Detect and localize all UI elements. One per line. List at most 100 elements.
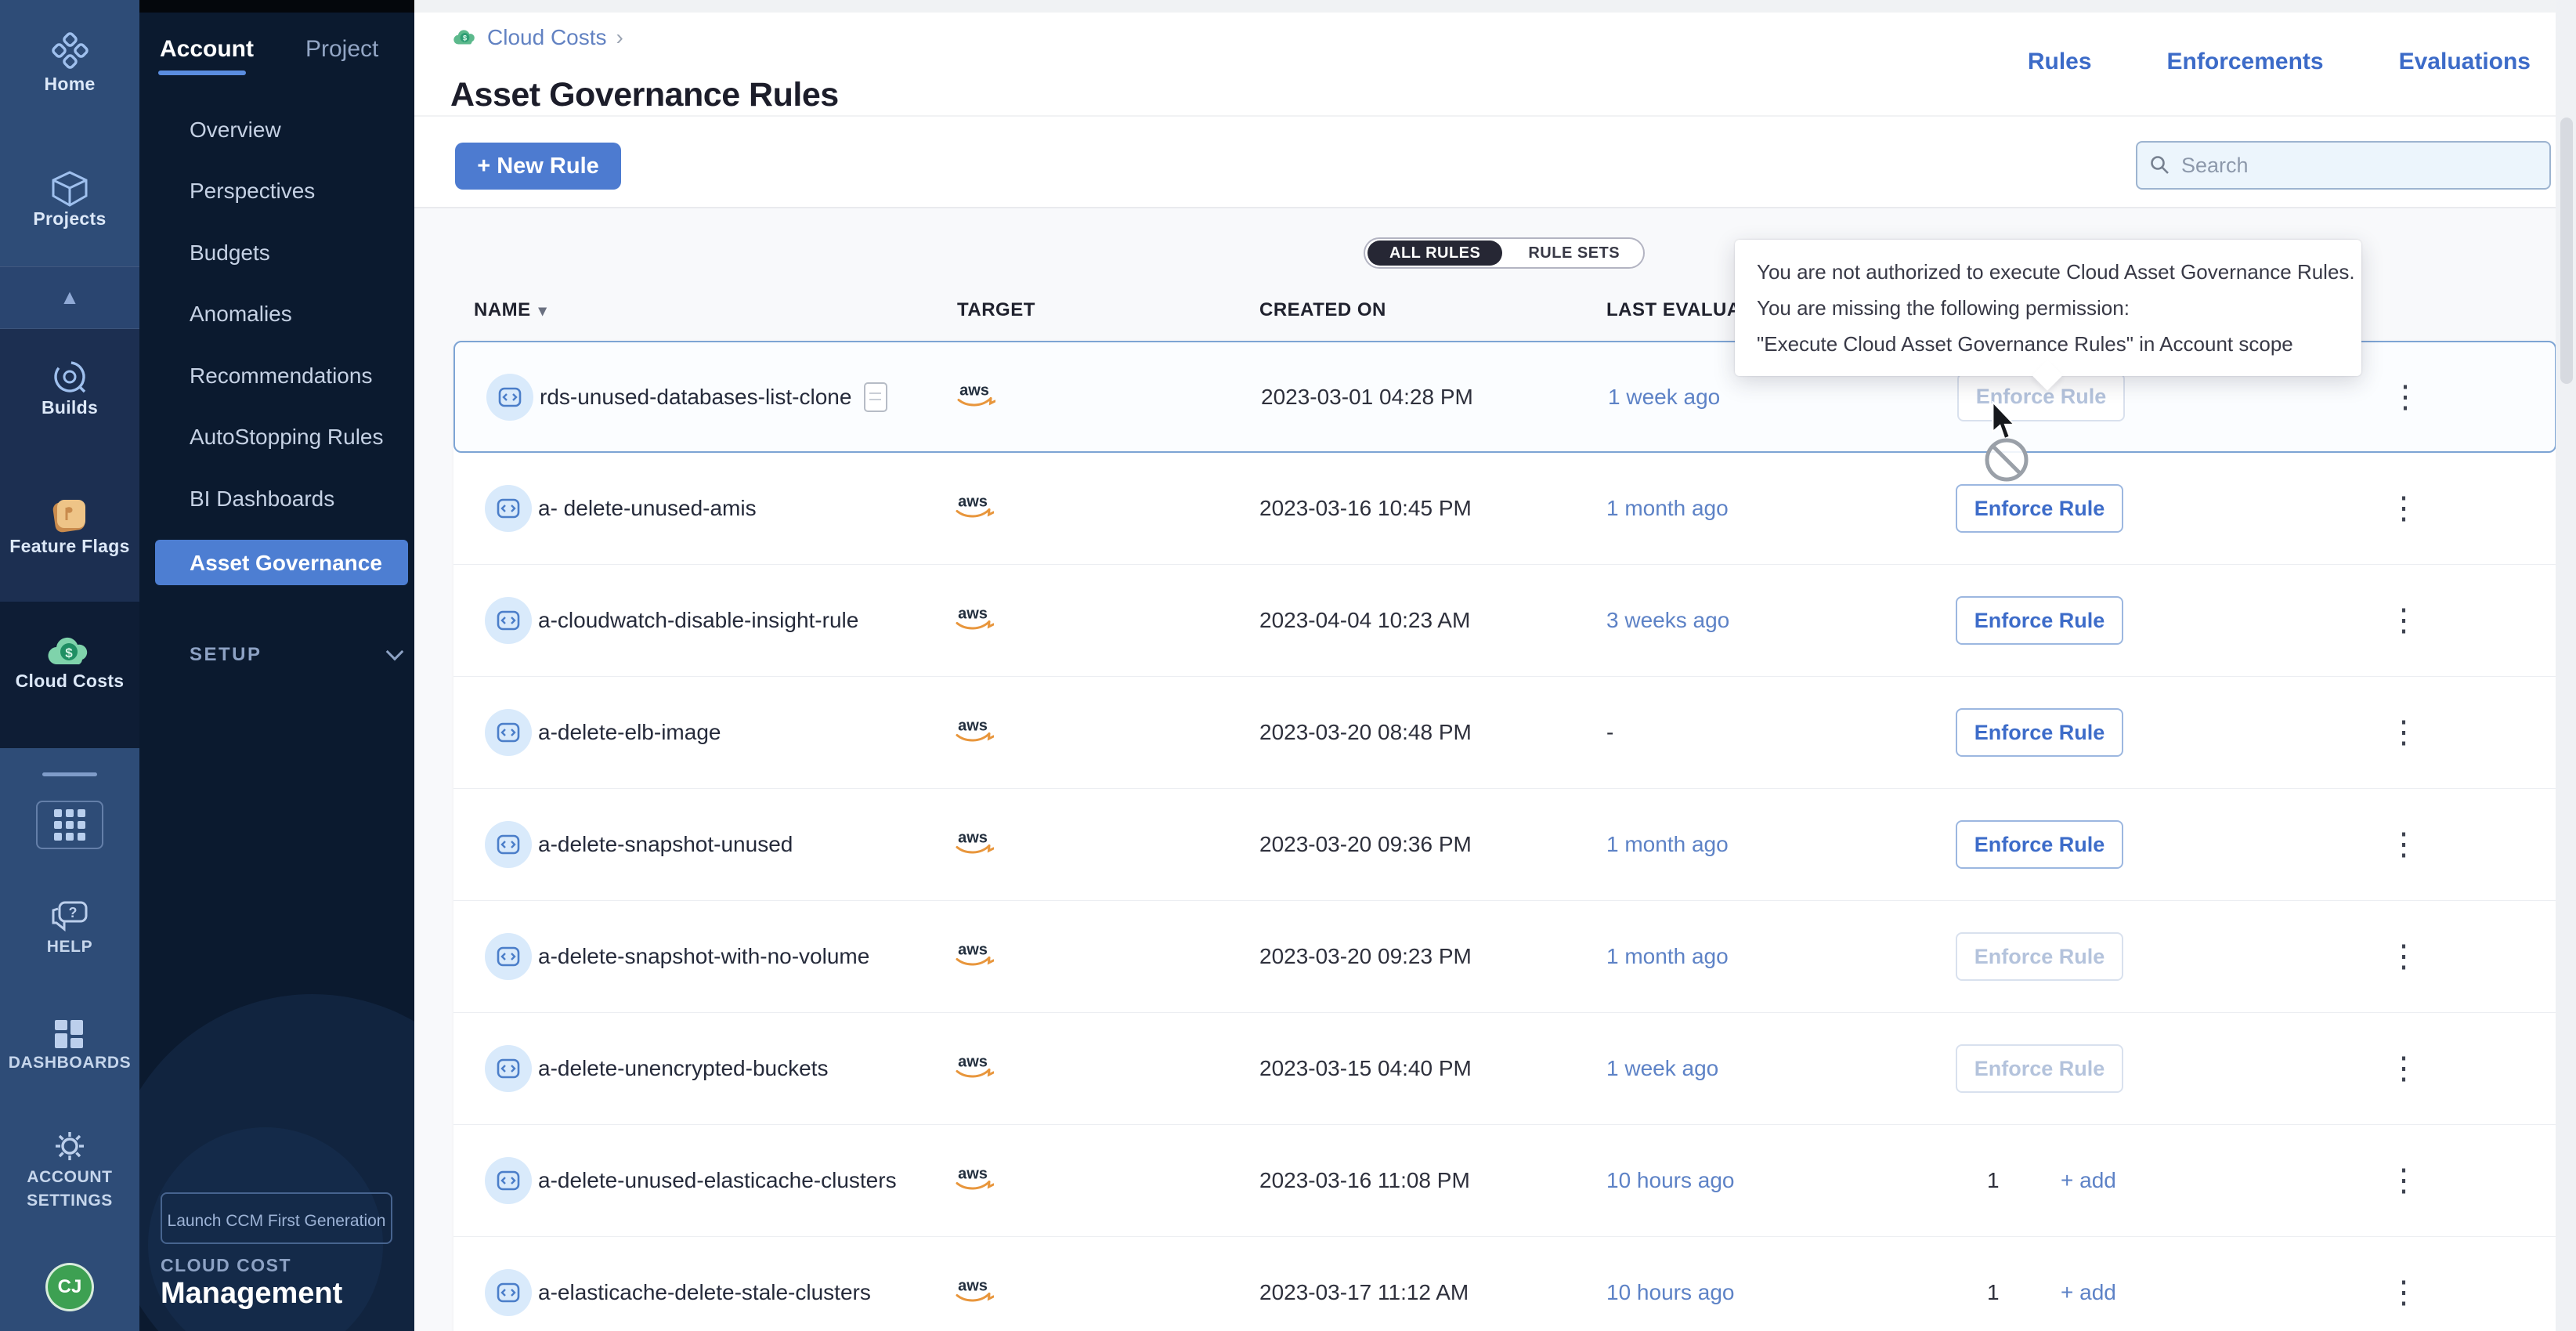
nav-cloud-costs[interactable]: $ Cloud Costs [0,633,139,692]
table-row[interactable]: a-delete-unencrypted-buckets aws 2023-03… [453,1013,2556,1125]
nav-link-rules[interactable]: Rules [2028,49,2092,75]
kebab-menu[interactable]: ⋮ [2386,1277,2421,1308]
module-eyebrow: CLOUD COST [161,1255,291,1276]
scrollbar-track[interactable] [2556,0,2576,1331]
nav-home[interactable]: Home [0,30,139,95]
created-on-value: 2023-03-20 09:23 PM [1259,944,1472,969]
table-row[interactable]: a-delete-elb-image aws 2023-03-20 08:48 … [453,677,2556,789]
column-header-name[interactable]: NAME▾ [474,299,547,321]
rule-name[interactable]: a-cloudwatch-disable-insight-rule [538,608,858,633]
new-rule-button[interactable]: + New Rule [455,143,621,190]
rule-name[interactable]: a-delete-elb-image [538,720,721,745]
kebab-menu[interactable]: ⋮ [2386,829,2421,860]
sidebar-item-anomalies[interactable]: Anomalies [190,302,292,327]
breadcrumb-cloud-costs-link[interactable]: Cloud Costs [487,25,607,50]
toggle-rule-sets[interactable]: RULE SETS [1505,239,1643,267]
kebab-menu[interactable]: ⋮ [2386,605,2421,636]
rail-divider [42,772,97,776]
sidebar-item-asset-governance[interactable]: Asset Governance [190,551,382,576]
last-evaluation-link[interactable]: 1 month ago [1606,496,1729,521]
nav-link-evaluations[interactable]: Evaluations [2399,49,2531,75]
enforce-rule-button[interactable]: Enforce Rule [1956,820,2123,869]
enforce-rule-button[interactable]: Enforce Rule [1956,484,2123,533]
module-picker-button[interactable] [36,801,103,849]
table-row[interactable]: a- delete-unused-amis aws 2023-03-16 10:… [453,453,2556,565]
last-evaluation-link[interactable]: 1 month ago [1606,944,1729,969]
rule-name-cell[interactable]: a-delete-snapshot-with-no-volume [538,944,869,969]
sidebar-item-perspectives[interactable]: Perspectives [190,179,315,204]
rule-name-cell[interactable]: a-delete-elb-image [538,720,721,745]
sidebar-setup-toggle[interactable]: SETUP [190,644,393,666]
kebab-menu[interactable]: ⋮ [2386,717,2421,748]
kebab-menu[interactable]: ⋮ [2386,493,2421,524]
rule-name-cell[interactable]: a- delete-unused-amis [538,496,757,521]
sidebar-item-overview[interactable]: Overview [190,118,281,143]
rule-name-cell[interactable]: a-elasticache-delete-stale-clusters [538,1280,871,1305]
rule-name[interactable]: a-delete-unencrypted-buckets [538,1056,828,1081]
kebab-menu[interactable]: ⋮ [2386,941,2421,972]
rule-name[interactable]: a-delete-snapshot-with-no-volume [538,944,869,969]
rule-name-cell[interactable]: rds-unused-databases-list-clone [540,382,887,412]
rule-name[interactable]: a-delete-snapshot-unused [538,832,793,857]
last-evaluation-link[interactable]: 1 week ago [1608,385,1720,410]
last-evaluation-link[interactable]: 1 week ago [1606,1056,1718,1081]
enforce-rule-button[interactable]: Enforce Rule [1956,932,2123,981]
nav-help[interactable]: ? HELP [0,898,139,959]
last-evaluation-link[interactable]: - [1606,720,1613,745]
launch-ccm-first-gen-button[interactable]: Launch CCM First Generation [161,1192,392,1244]
user-avatar[interactable]: CJ [45,1263,94,1311]
tab-project[interactable]: Project [305,36,378,63]
sidebar-item-autostopping-rules[interactable]: AutoStopping Rules [190,425,384,450]
target-aws-logo: aws [952,1163,994,1199]
header-divider [414,115,2576,117]
add-enforcement-link[interactable]: + add [2061,1168,2116,1193]
target-aws-logo: aws [952,603,994,638]
rail-collapse-chevron-icon[interactable]: ▲ [0,285,139,309]
rule-name[interactable]: a- delete-unused-amis [538,496,757,521]
copy-icon[interactable] [864,382,887,412]
table-row[interactable]: a-cloudwatch-disable-insight-rule aws 20… [453,565,2556,677]
rule-name[interactable]: rds-unused-databases-list-clone [540,385,851,410]
last-evaluation-link[interactable]: 3 weeks ago [1606,608,1729,633]
rule-name-cell[interactable]: a-delete-unencrypted-buckets [538,1056,828,1081]
last-evaluation-link[interactable]: 10 hours ago [1606,1280,1734,1305]
sidebar-item-recommendations[interactable]: Recommendations [190,363,372,389]
nav-dashboards[interactable]: DASHBOARDS [0,1017,139,1075]
nav-builds[interactable]: Builds [0,356,139,418]
nav-account-settings[interactable]: ACCOUNT SETTINGS [0,1127,139,1213]
table-row[interactable]: a-delete-unused-elasticache-clusters aws… [453,1125,2556,1237]
nav-link-enforcements[interactable]: Enforcements [2167,49,2324,75]
rule-type-icon [485,1269,532,1316]
table-row[interactable]: a-delete-snapshot-unused aws 2023-03-20 … [453,789,2556,901]
target-aws-logo: aws [952,939,994,975]
add-enforcement-link[interactable]: + add [2061,1280,2116,1305]
table-row[interactable]: a-delete-snapshot-with-no-volume aws 202… [453,901,2556,1013]
last-evaluation-link[interactable]: 1 month ago [1606,832,1729,857]
tab-account[interactable]: Account [160,36,254,63]
enforce-rule-button[interactable]: Enforce Rule [1956,1044,2123,1093]
rule-name-cell[interactable]: a-delete-snapshot-unused [538,832,793,857]
search-input[interactable] [2180,153,2537,179]
rule-name[interactable]: a-elasticache-delete-stale-clusters [538,1280,871,1305]
sidebar-item-budgets[interactable]: Budgets [190,241,270,266]
kebab-menu[interactable]: ⋮ [2388,382,2422,413]
sidebar-top-sliver [139,0,414,13]
kebab-menu[interactable]: ⋮ [2386,1053,2421,1084]
scrollbar-thumb[interactable] [2560,118,2573,384]
rule-name-cell[interactable]: a-cloudwatch-disable-insight-rule [538,608,858,633]
table-row[interactable]: a-elasticache-delete-stale-clusters aws … [453,1237,2556,1331]
search-box [2136,141,2551,190]
sidebar-item-bi-dashboards[interactable]: BI Dashboards [190,486,334,512]
nav-dashboards-label: DASHBOARDS [0,1051,139,1075]
rule-name[interactable]: a-delete-unused-elasticache-clusters [538,1168,897,1193]
enforce-rule-button[interactable]: Enforce Rule [1956,708,2123,757]
rule-name-cell[interactable]: a-delete-unused-elasticache-clusters [538,1168,897,1193]
toggle-all-rules[interactable]: ALL RULES [1367,241,1502,266]
nav-feature-flags[interactable]: Feature Flags [0,494,139,557]
last-evaluation-link[interactable]: 10 hours ago [1606,1168,1734,1193]
svg-text:aws: aws [958,1054,988,1071]
kebab-menu[interactable]: ⋮ [2386,1165,2421,1196]
enforce-rule-button[interactable]: Enforce Rule [1956,596,2123,645]
nav-projects[interactable]: Projects [0,169,139,230]
page-title: Asset Governance Rules [450,76,839,114]
